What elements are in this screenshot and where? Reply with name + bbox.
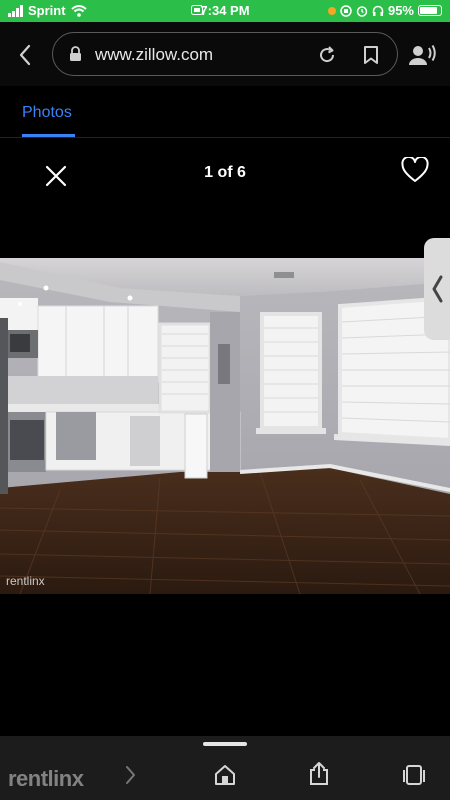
bookmark-button[interactable] (359, 43, 383, 67)
status-bar: Sprint 7:34 PM 95% (0, 0, 450, 22)
url-text: www.zillow.com (95, 45, 214, 64)
bookmark-icon (364, 46, 378, 64)
bottom-watermark: rentlinx (8, 766, 84, 791)
share-button[interactable] (306, 760, 332, 788)
reload-icon (320, 46, 335, 63)
tabs-icon (403, 765, 425, 785)
voice-person-icon (409, 44, 436, 65)
orientation-lock-icon (340, 4, 352, 17)
pull-handle[interactable] (203, 742, 247, 746)
photo-counter: 1 of 6 (204, 164, 246, 181)
share-icon (310, 762, 328, 785)
tab-photos-underline (22, 134, 75, 137)
home-button[interactable] (212, 762, 238, 788)
chevron-left-icon (432, 275, 443, 303)
save-favorite-button[interactable] (398, 154, 432, 186)
photo-watermark: rentlinx (6, 574, 45, 588)
battery-percent: 95% (387, 3, 414, 18)
kitchen-room-image (0, 258, 450, 594)
reload-button[interactable] (315, 43, 339, 67)
browser-toolbar: www.zillow.com (0, 22, 450, 86)
tabs-button[interactable] (400, 762, 428, 788)
orange-dot-icon (327, 6, 336, 15)
forward-button[interactable] (118, 762, 142, 788)
chevron-left-icon (19, 44, 31, 66)
heart-icon (401, 157, 429, 182)
next-photo-button[interactable] (424, 238, 450, 340)
home-icon (215, 765, 235, 785)
photo-viewer-header: 1 of 6 (0, 140, 450, 200)
alarm-icon (356, 5, 368, 17)
tab-photos[interactable]: Photos (22, 104, 72, 122)
browser-bottom-toolbar: rentlinx (0, 736, 450, 800)
headphones-icon (372, 5, 384, 16)
battery-icon (418, 5, 442, 16)
lock-icon (70, 46, 81, 61)
tab-bar: Photos (0, 88, 450, 138)
back-button[interactable] (12, 42, 38, 68)
voice-button[interactable] (408, 42, 438, 68)
clock: 7:34 PM (200, 3, 250, 18)
chevron-right-icon (126, 766, 135, 784)
address-bar[interactable]: www.zillow.com (52, 32, 398, 76)
listing-photo[interactable]: rentlinx (0, 258, 450, 594)
screen-record-icon (191, 5, 203, 15)
